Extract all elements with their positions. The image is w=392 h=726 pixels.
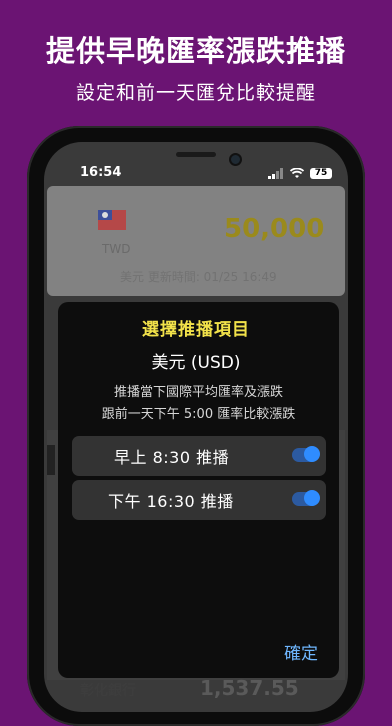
afternoon-push-row[interactable]: 下午 16:30 推播 <box>72 480 326 520</box>
battery-icon: 75 <box>310 167 332 179</box>
dialog-description-line-2: 跟前一天下午 5:00 匯率比較漲跌 <box>101 407 296 422</box>
front-camera <box>229 153 242 166</box>
afternoon-push-label: 下午 16:30 推播 <box>108 492 234 511</box>
status-icons: 75 <box>268 166 332 180</box>
morning-push-row[interactable]: 早上 8:30 推播 <box>72 436 326 476</box>
background-list-edge <box>47 445 55 475</box>
morning-push-toggle[interactable] <box>292 446 320 462</box>
afternoon-push-toggle[interactable] <box>292 490 320 506</box>
toggle-knob <box>304 446 320 462</box>
background-currency-code: TWD <box>102 242 131 256</box>
background-bank-name: 彰化銀行 <box>80 683 136 699</box>
background-updated-time: 美元 更新時間: 01/25 16:49 <box>120 270 277 284</box>
wifi-icon <box>290 167 304 178</box>
dialog-description-line-1: 推播當下國際平均匯率及漲跌 <box>113 385 283 400</box>
background-bank-value: 1,537.55 <box>200 676 299 700</box>
background-amount: 50,000 <box>224 214 325 244</box>
status-time: 16:54 <box>80 165 122 180</box>
promo-headline: 提供早晚匯率漲跌推播 <box>45 34 346 68</box>
confirm-button[interactable]: 確定 <box>284 639 318 664</box>
signal-icon <box>268 167 283 179</box>
speaker-grille <box>176 152 216 157</box>
toggle-knob <box>304 490 320 506</box>
morning-push-label: 早上 8:30 推播 <box>114 448 230 467</box>
promo-subline: 設定和前一天匯兌比較提醒 <box>75 82 316 104</box>
taiwan-flag-icon <box>98 210 126 230</box>
dialog-title: 選擇推播項目 <box>142 320 250 340</box>
dialog-currency: 美元 (USD) <box>151 353 241 373</box>
